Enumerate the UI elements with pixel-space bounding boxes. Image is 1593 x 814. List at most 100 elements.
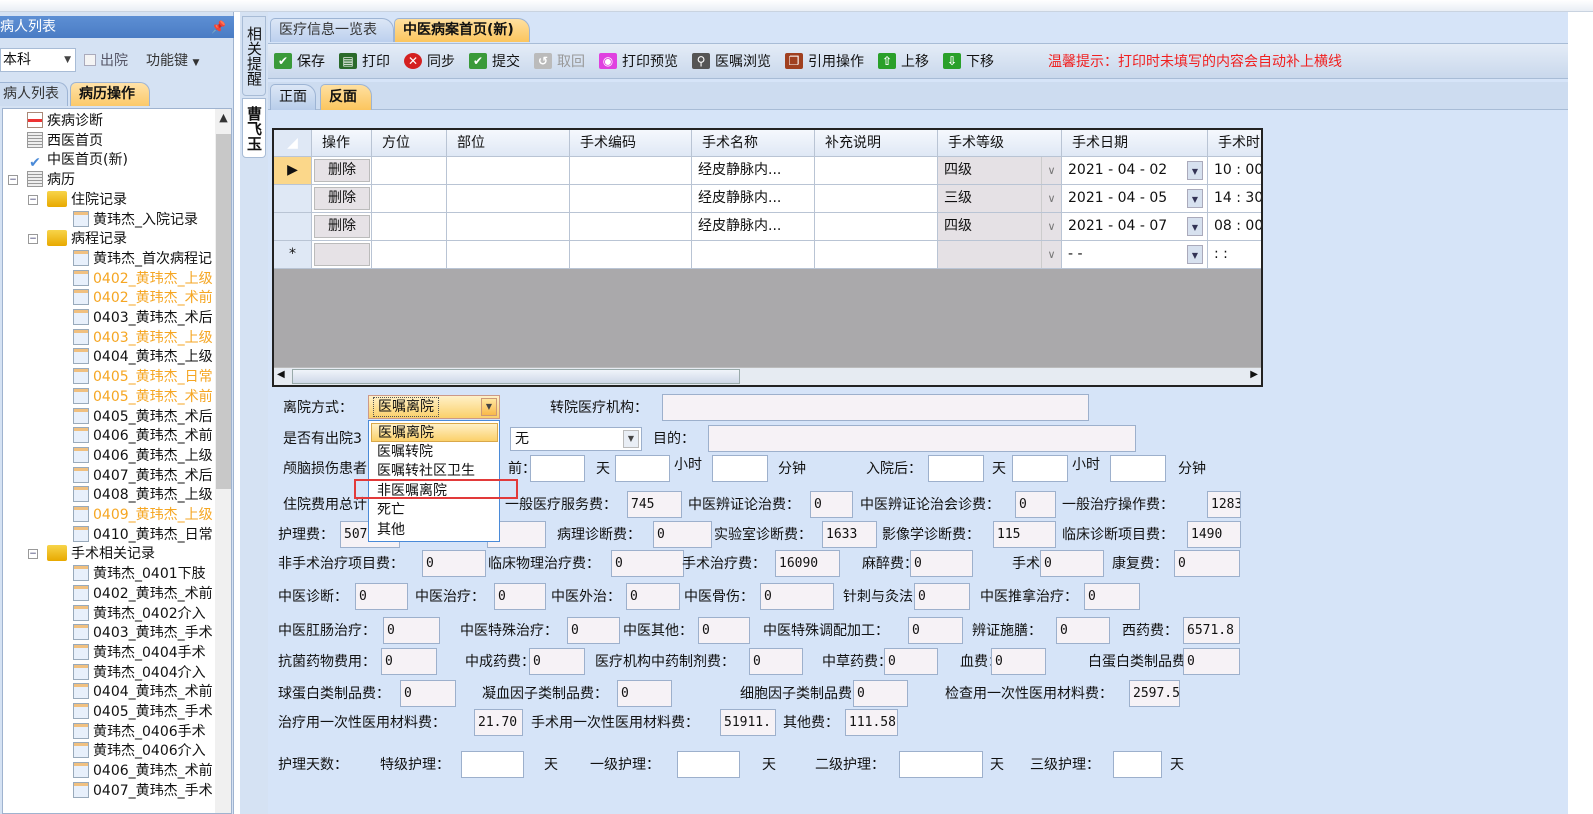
field-input[interactable]: 0 [991, 648, 1046, 675]
leave-option[interactable]: 死亡 [371, 501, 498, 520]
operation-cell[interactable]: 删除 [312, 185, 372, 213]
pin-icon[interactable]: 📌 [211, 16, 226, 38]
note-cell[interactable] [815, 213, 938, 241]
chevron-down-icon[interactable]: ▼ [1187, 189, 1203, 208]
tree-item[interactable]: 0402_黄玮杰_术前 [73, 584, 213, 604]
field-input[interactable] [928, 455, 984, 482]
surgery-time-cell[interactable]: 14 : 30 [1208, 185, 1261, 213]
operation-cell[interactable] [312, 241, 372, 269]
chevron-down-icon[interactable]: ∨ [1041, 157, 1061, 184]
surgery-date-picker[interactable]: - - ▼ [1062, 241, 1208, 269]
collapse-icon[interactable]: − [8, 175, 18, 186]
surgery-time-cell[interactable]: 08 : 00 [1208, 213, 1261, 241]
field-input[interactable] [708, 425, 1136, 452]
surgery-name-cell[interactable]: 经皮静脉内... [692, 213, 815, 241]
column-header[interactable]: 补充说明 [815, 130, 938, 157]
field-input[interactable]: 0 [400, 680, 456, 707]
tree-item[interactable]: 黄玮杰_0406介入 [73, 741, 206, 761]
tree-item[interactable]: 疾病诊断 [27, 111, 103, 131]
tree-item[interactable]: 0405_黄玮杰_手术 [73, 702, 213, 722]
surgery-level-combo[interactable]: 三级 ∨ [938, 185, 1062, 213]
field-input[interactable]: 21.70 [474, 709, 523, 736]
field-input[interactable]: 2597.5 [1129, 680, 1180, 707]
tab-back-side[interactable]: 反面 [320, 84, 372, 110]
note-cell[interactable] [815, 241, 938, 269]
toolbar-button-sync-x[interactable]: ✕ 同步 [404, 51, 455, 71]
column-header[interactable]: 手术名称 [692, 130, 815, 157]
tree-item[interactable]: 黄玮杰_0402介入 [73, 604, 206, 624]
scroll-left-icon[interactable]: ◀ [277, 369, 285, 380]
field-input[interactable]: 0 [1084, 583, 1140, 610]
field-input[interactable]: 16090 [775, 550, 840, 577]
field-input[interactable]: 0 [381, 648, 437, 675]
toolbar-button-printer[interactable]: ▤ 打印 [339, 51, 390, 71]
delete-button[interactable]: 删除 [314, 159, 370, 182]
column-header[interactable]: 手术编码 [570, 130, 692, 157]
position-cell[interactable] [372, 157, 447, 185]
toolbar-button-arrow-up[interactable]: ⇧ 上移 [878, 51, 929, 71]
readmission-plan-combo[interactable]: 无 ▼ [510, 427, 642, 451]
surgery-name-cell[interactable]: 经皮静脉内... [692, 185, 815, 213]
tree-item[interactable]: 黄玮杰_0404介入 [73, 663, 206, 683]
tree-item[interactable]: 黄玮杰_0404手术 [73, 643, 206, 663]
tab-front-side[interactable]: 正面 [270, 84, 316, 110]
surgery-time-cell[interactable]: : : [1208, 241, 1261, 269]
surgery-level-combo[interactable]: ∨ [938, 241, 1062, 269]
toolbar-button-magnifier[interactable]: ⚲ 医嘱浏览 [692, 51, 771, 71]
tree-item[interactable]: 0407_黄玮杰_术后 [73, 466, 213, 486]
surgery-date-picker[interactable]: 2021 - 04 - 05 ▼ [1062, 185, 1208, 213]
column-header[interactable]: 手术时 [1208, 130, 1261, 157]
site-cell[interactable] [447, 185, 570, 213]
tree-item[interactable]: 0403_黄玮杰_术后 [73, 308, 213, 328]
toolbar-button-print-preview[interactable]: ◉ 打印预览 [599, 51, 678, 71]
field-input[interactable] [899, 751, 983, 778]
operation-cell[interactable]: 删除 [312, 157, 372, 185]
surgery-code-cell[interactable] [570, 213, 692, 241]
toolbar-button-submit-check[interactable]: ✔ 提交 [469, 51, 520, 71]
tree-item[interactable]: ✔ 中医首页(新) [27, 150, 128, 170]
tree-item[interactable]: 病历 [27, 170, 75, 190]
tab-tcm-record-front-page[interactable]: 中医病案首页(新) [394, 18, 530, 42]
chevron-down-icon[interactable]: ∨ [1041, 185, 1061, 212]
surgery-code-cell[interactable] [570, 157, 692, 185]
tree-item[interactable]: 0403_黄玮杰_手术 [73, 623, 213, 643]
field-input[interactable] [530, 455, 585, 482]
leave-option[interactable]: 医嘱转院 [371, 443, 498, 462]
field-input[interactable] [1110, 455, 1166, 482]
surgery-date-picker[interactable]: 2021 - 04 - 07 ▼ [1062, 213, 1208, 241]
surgery-level-combo[interactable]: 四级 ∨ [938, 157, 1062, 185]
field-input[interactable] [1113, 751, 1162, 778]
field-input[interactable]: 0 [1174, 550, 1240, 577]
tree-scrollbar[interactable]: ▲ [215, 109, 231, 813]
field-input[interactable]: 0 [760, 583, 834, 610]
field-input[interactable]: 0 [611, 550, 684, 577]
tree-item[interactable]: 0407_黄玮杰_手术 [73, 781, 213, 801]
column-header[interactable]: 手术日期 [1062, 130, 1208, 157]
department-scope-combo[interactable]: 本科 ▼ [0, 48, 76, 72]
column-header[interactable]: 方位 [372, 130, 447, 157]
grid-horizontal-scrollbar[interactable]: ◀ ▶ [274, 367, 1261, 385]
field-input[interactable] [461, 751, 524, 778]
leave-option[interactable]: 其他 [371, 521, 498, 540]
field-input[interactable]: 0 [617, 680, 672, 707]
field-input[interactable]: 1283 [1207, 491, 1241, 518]
field-input[interactable]: 0 [908, 617, 963, 644]
toolbar-button-retrieve[interactable]: ↺ 取回 [534, 51, 585, 71]
field-input[interactable]: 0 [884, 648, 938, 675]
site-cell[interactable] [447, 157, 570, 185]
toolbar-button-arrow-down[interactable]: ⇩ 下移 [943, 51, 994, 71]
tree-item[interactable]: 西医首页 [27, 131, 103, 151]
tab-patient-list[interactable]: 病人列表 [0, 82, 68, 106]
tree-item[interactable]: 手术相关记录 [47, 544, 155, 564]
tab-medical-info-overview[interactable]: 医疗信息一览表 [270, 18, 394, 42]
field-input[interactable] [1012, 455, 1068, 482]
field-input[interactable]: 0 [653, 521, 712, 548]
field-input[interactable]: 0 [749, 648, 803, 675]
field-input[interactable]: 0 [810, 491, 853, 518]
tree-item[interactable]: 0405_黄玮杰_日常 [73, 367, 213, 387]
field-input[interactable]: 0 [1056, 617, 1110, 644]
tree-item[interactable]: 0406_黄玮杰_术前 [73, 426, 213, 446]
tree-item[interactable]: 0402_黄玮杰_术前 [73, 288, 213, 308]
tree-item[interactable]: 0402_黄玮杰_上级 [73, 269, 213, 289]
tab-patient-name[interactable]: 曹飞玉 [242, 98, 266, 158]
